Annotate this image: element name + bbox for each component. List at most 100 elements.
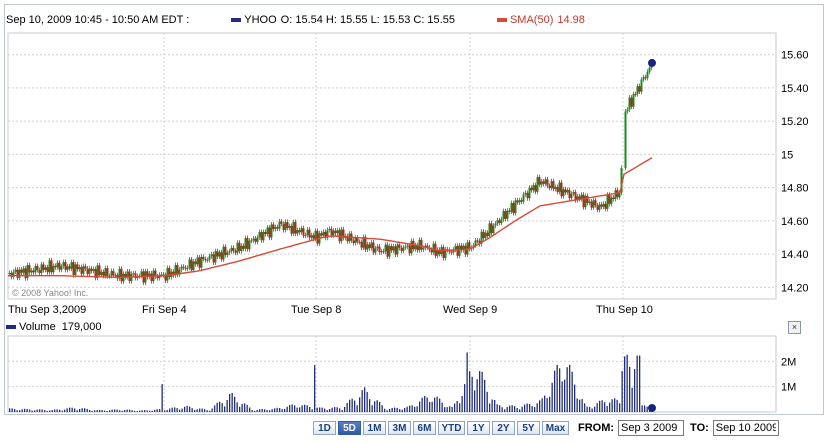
candle-body (250, 240, 253, 242)
candle-body (624, 111, 627, 169)
x-tick-label: Thu Sep 3,2009 (8, 304, 86, 316)
candle-body (202, 256, 205, 260)
volume-bar (229, 394, 231, 412)
candle-body (398, 244, 401, 248)
candle-body (466, 242, 469, 255)
volume-bar (421, 397, 423, 412)
candle-body (28, 265, 31, 273)
candle-body (264, 232, 267, 234)
range-button-ytd[interactable]: YTD (438, 421, 465, 435)
range-button-5d[interactable]: 5D (338, 421, 361, 435)
range-button-1m[interactable]: 1M (363, 421, 386, 435)
volume-bar (271, 409, 273, 412)
candle-body (498, 220, 501, 223)
to-date-input[interactable] (712, 420, 779, 436)
candle-body (50, 260, 53, 273)
candle-body (638, 86, 641, 92)
volume-bar (89, 409, 91, 412)
volume-bar (279, 408, 281, 412)
candle-body (510, 203, 513, 212)
from-date-input[interactable] (618, 420, 685, 436)
volume-bar (16, 410, 18, 412)
candle-body (396, 244, 399, 255)
volume-bar (386, 410, 388, 412)
candle-body (524, 192, 527, 195)
candle-body (186, 267, 189, 269)
candle-body (78, 267, 81, 270)
sma-line (8, 157, 653, 279)
volume-bar (261, 408, 263, 412)
candle-body (634, 94, 637, 96)
range-button-1d[interactable]: 1D (313, 421, 336, 435)
volume-bar (461, 396, 463, 412)
volume-bar (519, 409, 521, 412)
price-plot-border (7, 32, 777, 300)
volume-bar (599, 400, 601, 412)
candle-body (68, 266, 71, 269)
candle-body (538, 177, 541, 185)
candle-body (22, 268, 25, 273)
volume-bar (371, 405, 373, 412)
volume-bar (71, 407, 73, 412)
x-tick-label: Fri Sep 4 (142, 304, 187, 316)
candle-body (204, 259, 207, 261)
candle-body (34, 265, 37, 273)
y-tick-label: 14.20 (781, 282, 809, 294)
volume-bar (139, 410, 141, 412)
volume-label: Volume (19, 321, 56, 333)
volume-bar (549, 396, 551, 412)
candle-body (40, 264, 43, 274)
range-button-1y[interactable]: 1Y (467, 421, 490, 435)
candle-body (368, 244, 371, 249)
volume-bar (424, 396, 426, 412)
range-selector: 1D 5D 1M 3M 6M YTD 1Y 2Y 5Y Max (313, 421, 571, 435)
volume-bar (129, 409, 131, 412)
candle-body (270, 224, 273, 238)
volume-bar (194, 410, 196, 412)
volume-y-axis: 1M 2M (781, 356, 796, 393)
range-button-6m[interactable]: 6M (413, 421, 436, 435)
volume-bar (354, 400, 356, 412)
candle-body (390, 246, 393, 251)
volume-bar (199, 408, 201, 412)
candle-body (150, 273, 153, 282)
range-button-2y[interactable]: 2Y (492, 421, 515, 435)
close-volume-button[interactable]: × (788, 321, 801, 334)
volume-bar (401, 409, 403, 412)
candle-body (304, 235, 307, 237)
volume-bar (136, 411, 138, 412)
volume-bar (586, 406, 588, 412)
sma-label: SMA(50) (509, 14, 554, 26)
range-button-5y[interactable]: 5Y (517, 421, 540, 435)
sma-swatch (496, 18, 507, 22)
candle-body (302, 228, 305, 236)
candle-body (442, 247, 445, 259)
candle-body (44, 267, 47, 270)
volume-bar (309, 407, 311, 412)
range-button-3m[interactable]: 3M (388, 421, 411, 435)
volume-bar (536, 403, 538, 412)
volume-bar (224, 406, 226, 412)
volume-bar (539, 400, 541, 412)
volume-bar (54, 409, 56, 412)
candle-body (410, 240, 413, 254)
range-button-max[interactable]: Max (542, 421, 569, 435)
candle-body (474, 240, 477, 246)
volume-bar (206, 410, 208, 412)
volume-bar (391, 407, 393, 412)
candle-body (200, 256, 203, 268)
volume-bar (466, 352, 468, 412)
candle-body (590, 201, 593, 208)
candle-body (598, 204, 601, 210)
volume-bar (291, 404, 293, 412)
volume-bar (534, 407, 536, 412)
volume-bar (441, 402, 443, 412)
volume-bar (336, 407, 338, 412)
volume-bar (436, 396, 438, 412)
volume-bar (396, 408, 398, 412)
candle-body (532, 185, 535, 191)
volume-bar (571, 371, 573, 412)
volume-bar (166, 409, 168, 412)
candle-body (254, 238, 257, 242)
volume-bar (344, 406, 346, 412)
